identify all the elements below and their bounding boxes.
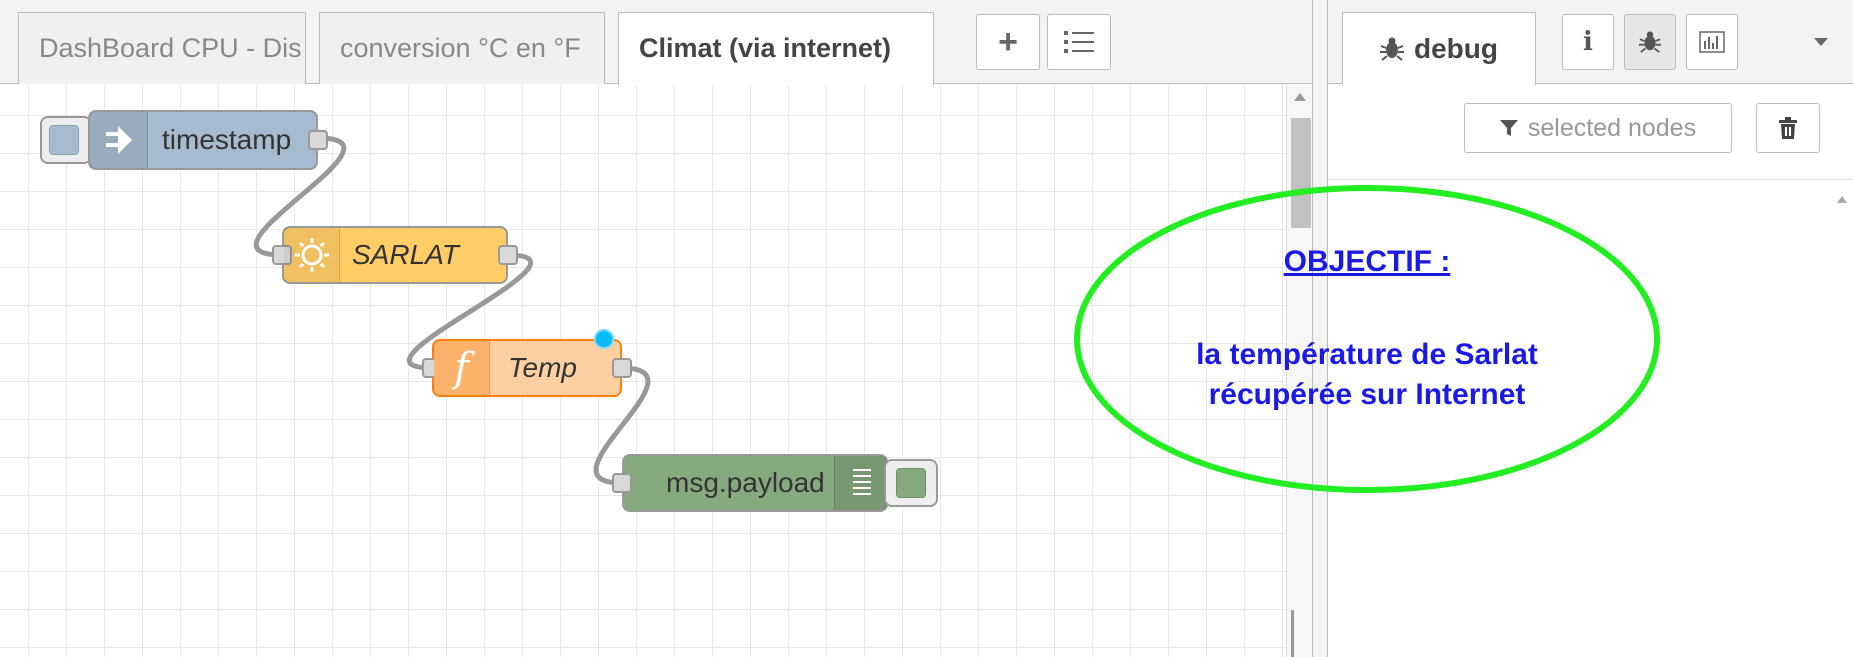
clear-messages-button[interactable] bbox=[1756, 103, 1820, 153]
node-temp[interactable]: f Temp bbox=[422, 329, 632, 397]
debug-toggle-button[interactable] bbox=[884, 459, 938, 507]
tab-label: Climat (via internet) bbox=[639, 33, 892, 63]
info-button[interactable]: i bbox=[1562, 14, 1614, 70]
dashboard-button[interactable] bbox=[1686, 14, 1738, 70]
output-port[interactable] bbox=[498, 245, 518, 265]
scroll-up-arrow-icon[interactable] bbox=[1837, 196, 1847, 203]
tab-debug-label: debug bbox=[1414, 33, 1498, 64]
chart-icon bbox=[1699, 31, 1725, 53]
sidebar-tab-bar: debug i bbox=[1328, 0, 1853, 85]
annotation-heading: OBJECTIF : bbox=[1283, 245, 1451, 278]
debug-toolbar: selected nodes bbox=[1328, 85, 1853, 180]
list-flows-button[interactable] bbox=[1047, 14, 1111, 70]
node-label: timestamp bbox=[162, 124, 292, 155]
tab-conversion[interactable]: conversion °C en °F bbox=[319, 12, 605, 84]
inject-trigger-button[interactable] bbox=[40, 116, 92, 164]
bug-icon bbox=[1380, 37, 1404, 61]
filter-label: selected nodes bbox=[1527, 113, 1697, 142]
function-icon: f bbox=[454, 345, 469, 391]
debug-node-icon-box bbox=[834, 456, 888, 510]
tab-label: DashBoard CPU - Dis bbox=[39, 33, 302, 63]
scrollbar-marker bbox=[1291, 610, 1294, 657]
output-port[interactable] bbox=[612, 358, 632, 378]
plus-icon: + bbox=[998, 23, 1018, 61]
function-node-icon-box: f bbox=[434, 341, 490, 395]
weather-node-icon-box bbox=[284, 228, 340, 282]
list-icon bbox=[1064, 31, 1094, 53]
node-label: msg.payload bbox=[666, 467, 825, 498]
tab-label: conversion °C en °F bbox=[340, 33, 581, 63]
tab-debug[interactable]: debug bbox=[1342, 12, 1536, 85]
tab-dashboard-cpu[interactable]: DashBoard CPU - Dis bbox=[18, 12, 306, 84]
sun-icon bbox=[294, 238, 329, 272]
node-red-editor: DashBoard CPU - Dis conversion °C en °F … bbox=[0, 0, 1853, 657]
node-sarlat[interactable]: SARLAT bbox=[272, 226, 518, 284]
chevron-down-icon[interactable] bbox=[1814, 38, 1828, 46]
node-label: Temp bbox=[508, 352, 578, 383]
annotation-line-1: la température de Sarlat bbox=[1196, 338, 1538, 371]
objective-annotation: OBJECTIF : la température de Sarlat récu… bbox=[1072, 183, 1662, 495]
debug-list-icon bbox=[852, 469, 871, 495]
annotation-line-2: récupérée sur Internet bbox=[1208, 378, 1526, 411]
debug-button[interactable] bbox=[1624, 14, 1676, 70]
node-msg-payload[interactable]: msg.payload bbox=[612, 454, 888, 512]
scroll-up-arrow-icon[interactable] bbox=[1294, 93, 1306, 101]
node-timestamp[interactable]: timestamp bbox=[88, 110, 328, 170]
output-port[interactable] bbox=[308, 130, 328, 150]
info-icon: i bbox=[1583, 27, 1593, 57]
arrow-right-icon bbox=[105, 126, 132, 154]
tab-climat[interactable]: Climat (via internet) bbox=[618, 12, 934, 85]
bug-icon bbox=[1639, 31, 1661, 53]
debug-scrollbar[interactable] bbox=[1833, 180, 1851, 657]
workspace-tab-bar: DashBoard CPU - Dis conversion °C en °F … bbox=[0, 0, 1312, 85]
add-flow-button[interactable]: + bbox=[976, 14, 1040, 70]
annotation-text: la température de Sarlat récupérée sur I… bbox=[1072, 335, 1662, 415]
trash-icon bbox=[1779, 117, 1797, 139]
changed-indicator-dot bbox=[594, 329, 614, 349]
node-label: SARLAT bbox=[352, 239, 459, 270]
filter-button[interactable]: selected nodes bbox=[1464, 103, 1732, 153]
inject-node-icon-box bbox=[90, 112, 148, 168]
filter-icon bbox=[1499, 120, 1518, 136]
input-port[interactable] bbox=[612, 473, 632, 493]
